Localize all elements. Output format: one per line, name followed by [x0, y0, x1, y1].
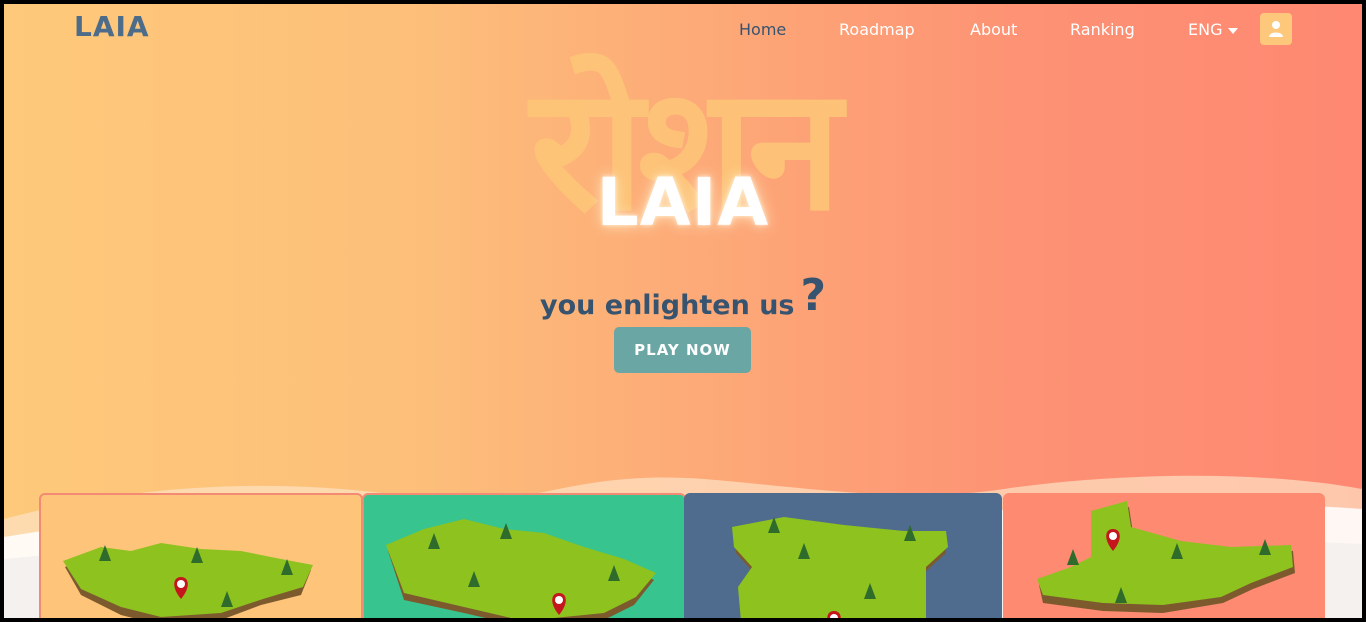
hero-tagline: you enlighten us? — [4, 270, 1362, 325]
hero-title: LAIA — [596, 164, 770, 241]
user-icon — [1269, 21, 1283, 37]
nav-home[interactable]: Home — [739, 20, 786, 39]
page: LAIA Home Roadmap About Ranking ENG रोशन… — [4, 4, 1362, 618]
top-nav: Home Roadmap About Ranking ENG — [4, 13, 1362, 48]
language-selector[interactable]: ENG — [1188, 20, 1239, 39]
map-illustration — [1037, 501, 1295, 613]
map-card-4[interactable] — [1003, 493, 1325, 618]
play-now-button[interactable]: PLAY NOW — [614, 327, 751, 373]
map-illustration — [63, 543, 313, 618]
map-illustration — [732, 517, 948, 618]
nav-roadmap[interactable]: Roadmap — [839, 20, 915, 39]
map-illustration — [386, 519, 656, 618]
map-card-3[interactable] — [684, 493, 1002, 618]
map-card-1[interactable] — [39, 493, 363, 618]
nav-ranking[interactable]: Ranking — [1070, 20, 1135, 39]
user-account-button[interactable] — [1260, 13, 1292, 45]
tagline-text: you enlighten us — [539, 290, 795, 321]
language-label: ENG — [1188, 20, 1223, 39]
map-card-2[interactable] — [362, 493, 686, 618]
caret-down-icon — [1228, 27, 1239, 34]
nav-about[interactable]: About — [970, 20, 1017, 39]
question-mark: ? — [800, 270, 827, 321]
